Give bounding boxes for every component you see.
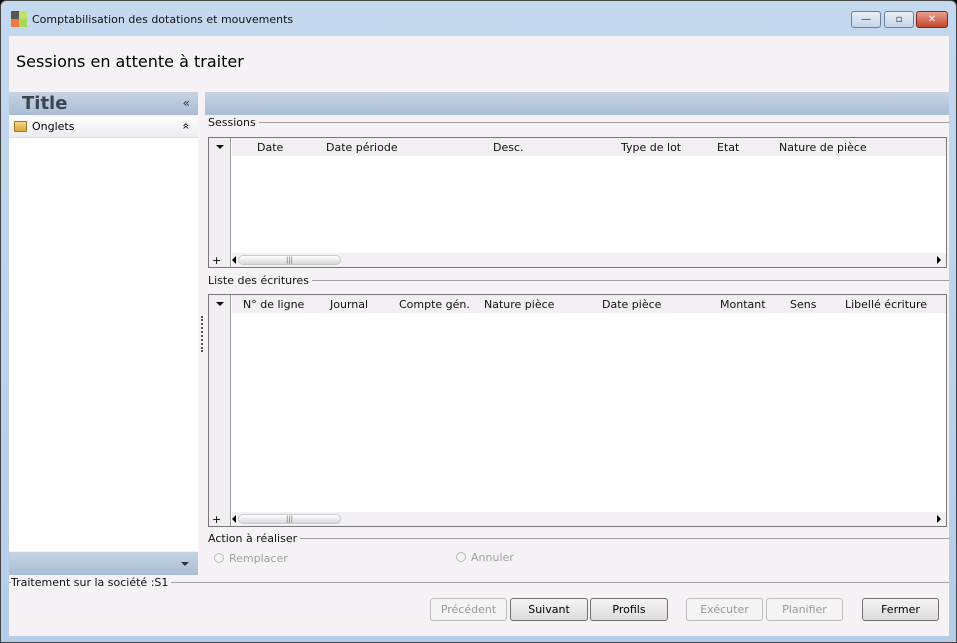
ecritures-group-line	[208, 280, 949, 281]
sessions-label: Sessions	[208, 116, 259, 129]
client-area: Sessions en attente à traiter Title « On…	[9, 36, 949, 636]
close-window-button[interactable]: ✕	[916, 11, 948, 28]
col-no-ligne[interactable]: N° de ligne	[243, 298, 304, 311]
col-type-lot[interactable]: Type de lot	[621, 141, 681, 154]
maximize-button[interactable]: ▫	[884, 11, 914, 28]
app-icon	[11, 11, 27, 27]
previous-button[interactable]: Précédent	[430, 598, 507, 621]
scroll-right-icon[interactable]	[937, 515, 941, 523]
radio-annuler-label: Annuler	[471, 551, 514, 564]
col-etat[interactable]: Etat	[717, 141, 739, 154]
col-journal[interactable]: Journal	[330, 298, 368, 311]
col-libelle[interactable]: Libellé écriture	[845, 298, 927, 311]
col-date[interactable]: Date	[257, 141, 283, 154]
grid-row-selector	[209, 138, 231, 267]
sessions-grid-header: Date Date période Desc. Type de lot Etat…	[232, 138, 946, 156]
col-date-piece[interactable]: Date pièce	[602, 298, 661, 311]
minimize-button[interactable]: —	[851, 11, 881, 28]
right-panel-header	[205, 92, 949, 115]
profiles-button[interactable]: Profils	[590, 598, 668, 621]
action-label: Action à réaliser	[208, 532, 301, 545]
title-bar: Comptabilisation des dotations et mouvem…	[1, 1, 956, 35]
col-nature-piece[interactable]: Nature pièce	[484, 298, 554, 311]
radio-remplacer-label: Remplacer	[229, 552, 288, 565]
radio-remplacer[interactable]: Remplacer	[214, 552, 288, 565]
sessions-group-line	[208, 122, 949, 123]
onglets-item[interactable]: Onglets »	[9, 116, 198, 138]
sessions-grid[interactable]: Date Date période Desc. Type de lot Etat…	[208, 137, 947, 268]
left-panel-header: Title «	[9, 92, 198, 115]
panel-splitter[interactable]	[201, 316, 203, 352]
col-date-periode[interactable]: Date période	[326, 141, 398, 154]
close-button[interactable]: Fermer	[862, 598, 939, 621]
ecritures-label: Liste des écritures	[208, 274, 312, 287]
col-montant[interactable]: Montant	[720, 298, 766, 311]
add-icon[interactable]: +	[212, 513, 221, 526]
execute-button[interactable]: Exécuter	[686, 598, 763, 621]
window-title: Comptabilisation des dotations et mouvem…	[32, 13, 294, 26]
scroll-left-icon[interactable]	[232, 256, 236, 264]
left-panel-footer	[9, 552, 198, 575]
radio-annuler[interactable]: Annuler	[456, 551, 514, 564]
left-panel-content	[9, 138, 198, 551]
scroll-thumb[interactable]: |||	[238, 255, 341, 265]
scroll-right-icon[interactable]	[937, 256, 941, 264]
chevron-down-icon[interactable]	[181, 562, 189, 566]
col-desc[interactable]: Desc.	[493, 141, 524, 154]
page-title: Sessions en attente à traiter	[16, 52, 244, 71]
col-nature-piece[interactable]: Nature de pièce	[779, 141, 867, 154]
add-icon[interactable]: +	[212, 254, 221, 267]
col-sens[interactable]: Sens	[790, 298, 816, 311]
scroll-left-icon[interactable]	[232, 515, 236, 523]
scroll-thumb[interactable]: |||	[238, 514, 341, 524]
sessions-hscrollbar[interactable]: + |||	[212, 253, 946, 267]
next-button[interactable]: Suivant	[510, 598, 588, 621]
action-group-line	[208, 538, 949, 539]
dropdown-icon[interactable]	[216, 302, 224, 306]
footer-label: Traitement sur la société :S1	[11, 576, 172, 589]
app-window: Comptabilisation des dotations et mouvem…	[0, 0, 957, 643]
left-panel-title: Title	[22, 93, 68, 114]
col-compte-gen[interactable]: Compte gén.	[399, 298, 470, 311]
schedule-button[interactable]: Planifier	[766, 598, 843, 621]
ecritures-grid[interactable]: N° de ligne Journal Compte gén. Nature p…	[208, 294, 947, 527]
ecritures-grid-header: N° de ligne Journal Compte gén. Nature p…	[232, 295, 946, 313]
folder-icon	[14, 121, 27, 132]
grid-row-selector	[209, 295, 231, 526]
collapse-panel-icon[interactable]: «	[183, 96, 190, 110]
collapse-up-icon[interactable]: »	[178, 122, 192, 129]
dropdown-icon[interactable]	[216, 145, 224, 149]
ecritures-hscrollbar[interactable]: + |||	[212, 512, 946, 526]
onglets-label: Onglets	[32, 120, 75, 133]
